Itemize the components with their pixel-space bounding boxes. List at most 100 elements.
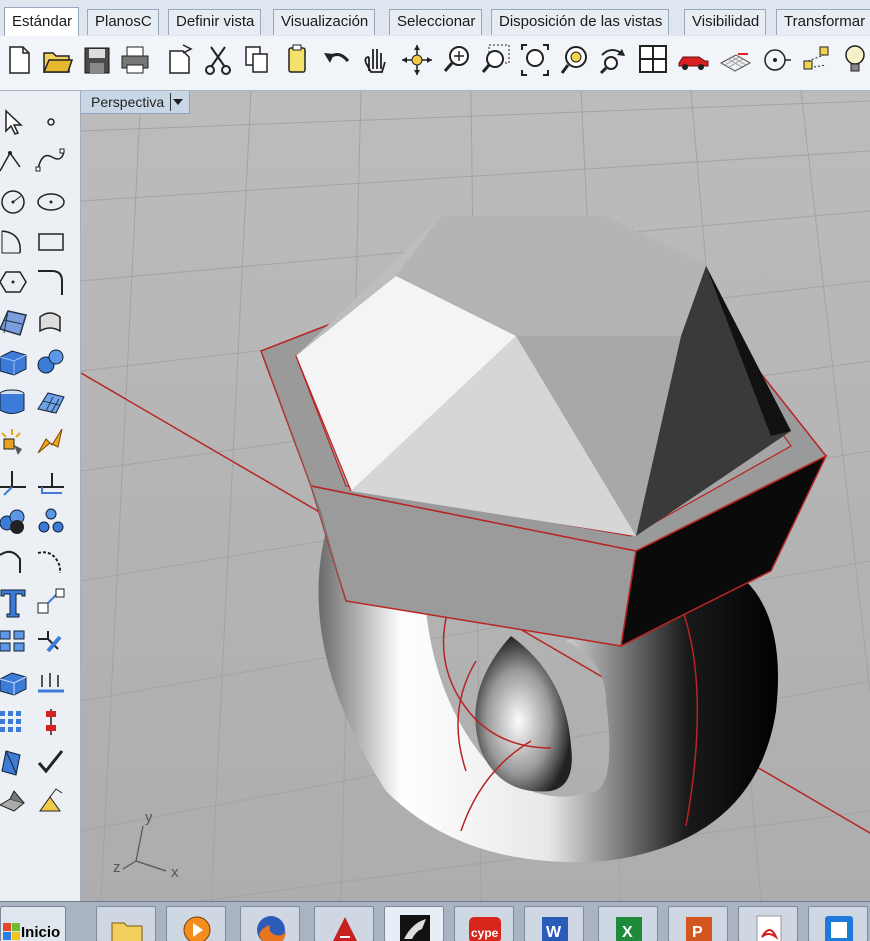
tab-definir-vista[interactable]: Definir vista bbox=[168, 9, 262, 35]
transform-icon[interactable] bbox=[34, 625, 68, 659]
tab-label: Transformar bbox=[784, 13, 866, 30]
word-app-icon[interactable]: W bbox=[524, 906, 584, 941]
circle-icon[interactable] bbox=[0, 185, 30, 219]
media-player-app-icon[interactable] bbox=[166, 906, 226, 941]
trim-icon[interactable] bbox=[0, 465, 30, 499]
split-icon[interactable] bbox=[34, 465, 68, 499]
tab-label: Disposición de las vistas bbox=[499, 13, 663, 30]
ellipse-icon[interactable] bbox=[34, 185, 68, 219]
axis-label-y: y bbox=[145, 809, 153, 826]
rotate-view-icon[interactable] bbox=[400, 41, 434, 79]
curve-icon[interactable] bbox=[34, 145, 68, 179]
windows-taskbar: Inicio cype W X P bbox=[0, 901, 870, 941]
surface-patch-icon[interactable] bbox=[0, 305, 30, 339]
cylinder-icon[interactable] bbox=[0, 385, 30, 419]
new-file-icon[interactable] bbox=[2, 41, 36, 79]
cut-icon[interactable] bbox=[201, 41, 235, 79]
firefox-app-icon[interactable] bbox=[240, 906, 300, 941]
chevron-down-icon[interactable] bbox=[170, 93, 185, 111]
perspective-viewport[interactable]: y x z Perspectiva bbox=[81, 91, 870, 901]
tab-label: Visibilidad bbox=[692, 13, 760, 30]
ribbon-tabs: Estándar PlanosC Definir vista Visualiza… bbox=[0, 0, 870, 37]
boolean-union-icon[interactable] bbox=[0, 505, 30, 539]
boolean-group-icon[interactable] bbox=[34, 505, 68, 539]
tab-visualizacion[interactable]: Visualización bbox=[273, 9, 376, 35]
app-icon[interactable] bbox=[808, 906, 868, 941]
fillet-icon[interactable] bbox=[34, 265, 68, 299]
tab-visibilidad[interactable]: Visibilidad bbox=[684, 9, 767, 35]
dimension-icon[interactable] bbox=[34, 705, 68, 739]
render-tools-icon[interactable] bbox=[34, 785, 68, 819]
car-render-icon[interactable] bbox=[676, 41, 710, 79]
tab-label: Seleccionar bbox=[397, 13, 476, 30]
autocad-app-icon[interactable] bbox=[314, 906, 374, 941]
svg-text:X: X bbox=[622, 924, 633, 941]
excel-app-icon[interactable]: X bbox=[598, 906, 658, 941]
box-solid-icon[interactable] bbox=[0, 345, 30, 379]
powerpoint-app-icon[interactable]: P bbox=[668, 906, 728, 941]
grid-icon[interactable] bbox=[0, 705, 30, 739]
tab-label: Definir vista bbox=[176, 13, 255, 30]
windows-logo-icon bbox=[3, 923, 20, 940]
boolean-split-icon[interactable] bbox=[34, 425, 68, 459]
import-icon[interactable] bbox=[163, 41, 197, 79]
tab-label: Estándar bbox=[12, 13, 73, 30]
point-icon[interactable] bbox=[34, 105, 68, 139]
tab-planosc[interactable]: PlanosC bbox=[87, 9, 159, 35]
lightbulb-icon[interactable] bbox=[838, 41, 870, 79]
offset-icon[interactable] bbox=[0, 545, 30, 579]
rotate-view-2-icon[interactable] bbox=[596, 41, 630, 79]
extrude-icon[interactable] bbox=[0, 665, 30, 699]
viewport-title: Perspectiva bbox=[91, 94, 165, 110]
zoom-extents-icon[interactable] bbox=[518, 41, 552, 79]
start-label: Inicio bbox=[21, 924, 61, 941]
tab-transformar[interactable]: Transformar bbox=[776, 9, 870, 35]
tab-disposicion[interactable]: Disposición de las vistas bbox=[491, 9, 670, 35]
spheres-icon[interactable] bbox=[34, 345, 68, 379]
paste-icon[interactable] bbox=[280, 41, 314, 79]
tab-estandar[interactable]: Estándar bbox=[4, 7, 80, 36]
start-button[interactable]: Inicio bbox=[0, 906, 66, 941]
arc-icon[interactable] bbox=[0, 225, 30, 259]
array-icon[interactable] bbox=[0, 625, 30, 659]
zoom-window-icon[interactable] bbox=[478, 41, 512, 79]
plane-grid-icon[interactable] bbox=[718, 41, 752, 79]
viewport-title-tab[interactable]: Perspectiva bbox=[81, 91, 191, 114]
lights-group-icon[interactable] bbox=[800, 41, 834, 79]
standard-toolbar bbox=[0, 36, 870, 91]
surface-loft-icon[interactable] bbox=[34, 305, 68, 339]
blend-curve-icon[interactable] bbox=[34, 545, 68, 579]
explorer-app-icon[interactable] bbox=[96, 906, 156, 941]
open-folder-icon[interactable] bbox=[40, 41, 74, 79]
text-icon[interactable] bbox=[0, 585, 30, 619]
undo-icon[interactable] bbox=[320, 41, 354, 79]
svg-text:P: P bbox=[692, 924, 703, 941]
svg-text:cype: cype bbox=[471, 926, 499, 940]
pan-icon[interactable] bbox=[358, 41, 392, 79]
rhino-app-icon[interactable] bbox=[384, 906, 444, 941]
sweep-icon[interactable] bbox=[0, 745, 30, 779]
polygon-icon[interactable] bbox=[0, 265, 30, 299]
point-snap-icon[interactable] bbox=[758, 41, 792, 79]
points-on-icon[interactable] bbox=[34, 665, 68, 699]
print-icon[interactable] bbox=[118, 41, 152, 79]
explode-icon[interactable] bbox=[0, 425, 30, 459]
main-toolbar-left bbox=[0, 91, 81, 901]
scene-canvas[interactable] bbox=[81, 91, 870, 901]
select-arrow-icon[interactable] bbox=[0, 105, 30, 139]
rectangle-icon[interactable] bbox=[34, 225, 68, 259]
mesh-icon[interactable] bbox=[34, 385, 68, 419]
copy-icon[interactable] bbox=[240, 41, 274, 79]
scale-icon[interactable] bbox=[34, 585, 68, 619]
tab-seleccionar[interactable]: Seleccionar bbox=[389, 9, 483, 35]
check-icon[interactable] bbox=[34, 745, 68, 779]
solid-tools-icon[interactable] bbox=[0, 785, 30, 819]
polyline-icon[interactable] bbox=[0, 145, 30, 179]
zoom-selected-icon[interactable] bbox=[558, 41, 592, 79]
axis-label-x: x bbox=[171, 864, 179, 881]
zoom-dynamic-icon[interactable] bbox=[440, 41, 474, 79]
four-viewports-icon[interactable] bbox=[636, 41, 670, 79]
acrobat-app-icon[interactable] bbox=[738, 906, 798, 941]
save-icon[interactable] bbox=[80, 41, 114, 79]
cype-app-icon[interactable]: cype bbox=[454, 906, 514, 941]
